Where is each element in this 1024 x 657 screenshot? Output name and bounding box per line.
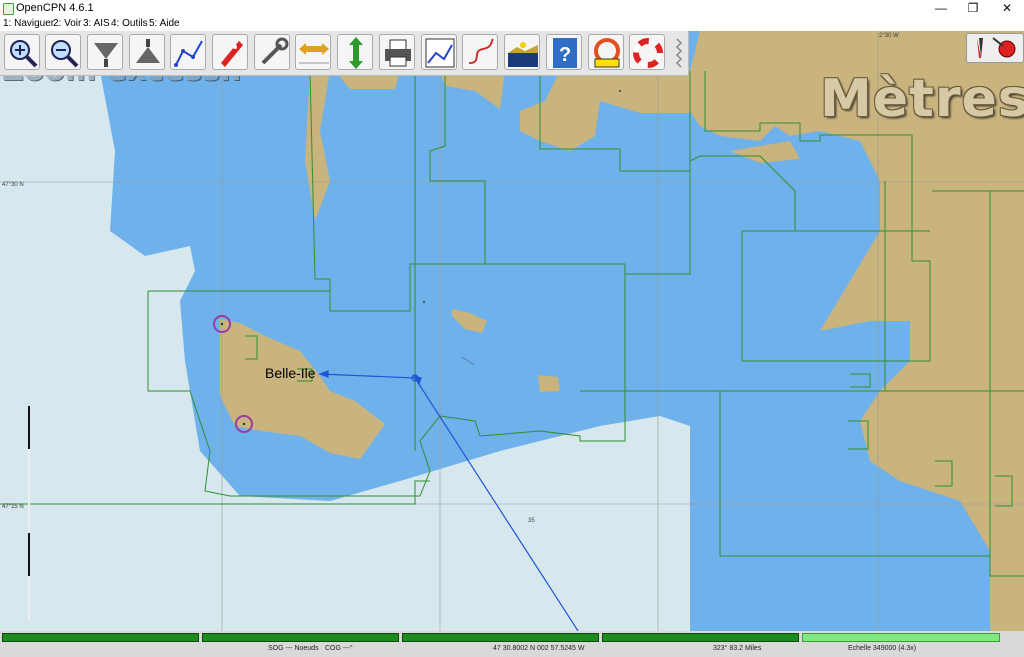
status-segment-1	[2, 633, 199, 642]
menu-bar: 1: Naviguer 2: Voir 3: AIS 4: Outils 5: …	[0, 17, 1024, 31]
zoom-in-icon	[10, 40, 38, 68]
status-segment-4	[602, 633, 799, 642]
units-label: Mètres	[820, 69, 1024, 129]
land-peninsula-2	[440, 71, 505, 109]
minimize-button[interactable]: —	[924, 0, 958, 17]
lat-label-south: 47°15 N	[2, 504, 24, 510]
track-icon	[468, 38, 494, 64]
close-button[interactable]: ✕	[990, 0, 1024, 17]
route-manager-button[interactable]	[421, 34, 457, 70]
lifebuoy-button[interactable]	[629, 34, 665, 70]
island-label: Belle-Ile	[265, 365, 316, 381]
scale-in-icon	[94, 43, 118, 67]
land-coast-left	[305, 71, 330, 221]
toolbar-grip[interactable]	[675, 37, 683, 69]
auto-follow-button[interactable]	[295, 34, 331, 70]
island-small-1	[452, 309, 487, 333]
island-belle-ile	[220, 319, 385, 459]
window-titlebar: OpenCPN 4.6.1 — ❐ ✕	[0, 0, 1024, 17]
chart-scale: Echelle 349000 (4.3x)	[848, 645, 917, 652]
zoom-out-button[interactable]	[45, 34, 81, 70]
land-peninsula-3	[520, 71, 690, 151]
route-icon	[174, 40, 203, 67]
menu-aide[interactable]: 5: Aide	[149, 18, 180, 29]
lat-label-north: 47°30 N	[2, 182, 24, 188]
sog-readout: SOG --- Noeuds	[268, 645, 319, 652]
track-button[interactable]	[462, 34, 498, 70]
menu-voir[interactable]: 2: Voir	[53, 18, 81, 29]
status-segment-3	[402, 633, 599, 642]
app-icon	[3, 3, 14, 15]
settings-icon	[261, 37, 289, 65]
compass-widget[interactable]	[966, 33, 1024, 63]
compass-icon	[977, 37, 1016, 58]
lon-label: 2°30 W	[879, 33, 899, 39]
tides-button[interactable]	[337, 34, 373, 70]
status-segment-5	[802, 633, 1000, 642]
menu-outils[interactable]: 4: Outils	[111, 18, 148, 29]
auto-follow-icon	[299, 43, 329, 64]
land-east-bay	[730, 141, 800, 163]
chart-quilt-icon	[508, 42, 538, 67]
help-icon: ?	[553, 38, 577, 68]
status-bar: SOG --- Noeuds COG ---° 47 30.8002 N 002…	[0, 631, 1024, 657]
zoom-in-button[interactable]	[4, 34, 40, 70]
status-segment-2	[202, 633, 399, 642]
chart-canvas[interactable]: Zoom excessif Mètres Belle-Ile 47°30 N 4…	[0, 31, 1024, 631]
zoom-out-icon	[51, 40, 79, 68]
depth-sounding: 35	[528, 518, 535, 524]
scale-out-icon	[136, 39, 160, 63]
ship-icon	[221, 41, 243, 67]
main-toolbar: ?	[0, 31, 689, 76]
print-button[interactable]	[379, 34, 415, 70]
mob-icon	[594, 38, 620, 68]
scale-in-button[interactable]	[87, 34, 123, 70]
svg-text:?: ?	[559, 44, 571, 66]
mob-button[interactable]	[588, 34, 624, 70]
options-button[interactable]	[254, 34, 290, 70]
cursor-position: 47 30.8002 N 002 57.5245 W	[493, 645, 585, 652]
chart-quilting-button[interactable]	[504, 34, 540, 70]
tides-icon	[349, 37, 363, 69]
create-route-button[interactable]	[170, 34, 206, 70]
help-button[interactable]: ?	[546, 34, 582, 70]
bearing-distance: 323° 83.2 Miles	[713, 645, 762, 652]
grip-icon	[675, 38, 683, 68]
restore-button[interactable]: ❐	[956, 0, 990, 17]
scale-out-button[interactable]	[129, 34, 165, 70]
print-icon	[385, 39, 411, 67]
menu-ais[interactable]: 3: AIS	[83, 18, 110, 29]
route-manager-icon	[425, 38, 455, 68]
follow-ship-button[interactable]	[212, 34, 248, 70]
lifebuoy-icon	[633, 38, 663, 68]
window-title: OpenCPN 4.6.1	[16, 2, 94, 14]
island-small-2	[538, 375, 560, 392]
cog-readout: COG ---°	[325, 645, 353, 652]
menu-naviguer[interactable]: 1: Naviguer	[3, 18, 54, 29]
